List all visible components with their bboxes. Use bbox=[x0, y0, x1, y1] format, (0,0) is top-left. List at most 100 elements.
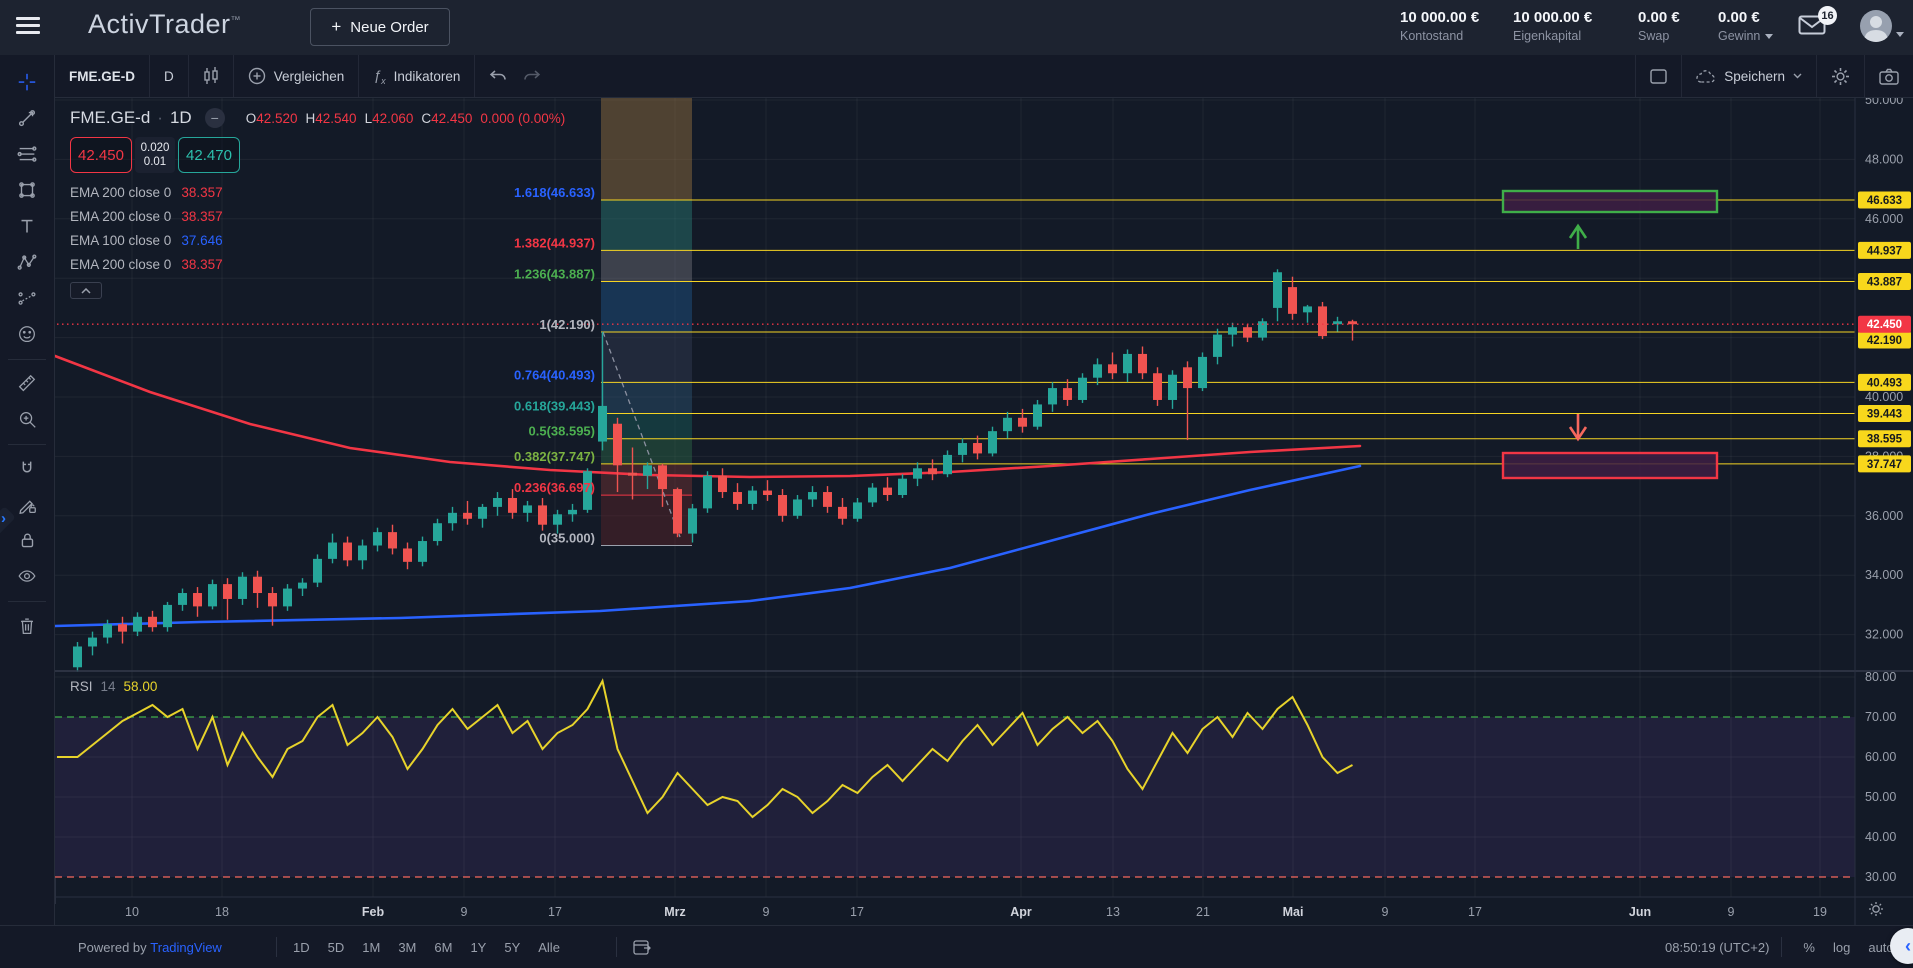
crosshair-tool-icon[interactable] bbox=[8, 65, 46, 101]
svg-text:40.00: 40.00 bbox=[1865, 830, 1896, 844]
svg-text:70.00: 70.00 bbox=[1865, 710, 1896, 724]
resistance-zone[interactable] bbox=[1503, 191, 1717, 212]
hide-symbol-icon[interactable]: − bbox=[205, 108, 225, 128]
forecast-tool-icon[interactable] bbox=[8, 281, 46, 317]
zoom-in-tool-icon[interactable] bbox=[8, 402, 46, 438]
svg-text:60.00: 60.00 bbox=[1865, 750, 1896, 764]
redo-icon[interactable] bbox=[523, 69, 541, 83]
range-button-5d[interactable]: 5D bbox=[319, 940, 354, 955]
app-logo: ActivTrader™ bbox=[88, 9, 241, 40]
svg-text:Feb: Feb bbox=[362, 905, 385, 919]
candlestick-icon bbox=[203, 66, 219, 86]
svg-text:46.633: 46.633 bbox=[1867, 195, 1902, 207]
indicator-row[interactable]: EMA 200 close 038.357 bbox=[70, 257, 565, 272]
trend-line-tool-icon[interactable] bbox=[8, 101, 46, 137]
chart-settings-button[interactable] bbox=[1816, 55, 1864, 97]
svg-text:40.493: 40.493 bbox=[1867, 377, 1902, 389]
range-button-alle[interactable]: Alle bbox=[529, 940, 569, 955]
log-scale-button[interactable]: log bbox=[1824, 940, 1859, 955]
buy-button[interactable]: 42.470 bbox=[178, 137, 240, 173]
lock-all-tool-icon[interactable] bbox=[8, 523, 46, 559]
fib-lines-tool-icon[interactable] bbox=[8, 137, 46, 173]
svg-text:46.000: 46.000 bbox=[1865, 212, 1903, 226]
svg-text:0.5(38.595): 0.5(38.595) bbox=[529, 424, 596, 439]
change-value: 0.000 (0.00%) bbox=[480, 111, 565, 126]
svg-text:42.450: 42.450 bbox=[1867, 319, 1902, 331]
emoji-tool-icon[interactable] bbox=[8, 317, 46, 353]
rsi-band bbox=[55, 717, 1855, 877]
drawing-toolbar bbox=[0, 55, 55, 925]
svg-text:32.000: 32.000 bbox=[1865, 628, 1903, 642]
shapes-tool-icon[interactable] bbox=[8, 173, 46, 209]
screenshot-button[interactable] bbox=[1864, 55, 1913, 97]
range-button-1y[interactable]: 1Y bbox=[461, 940, 495, 955]
svg-text:80.00: 80.00 bbox=[1865, 670, 1896, 684]
range-button-6m[interactable]: 6M bbox=[425, 940, 461, 955]
percent-scale-button[interactable]: % bbox=[1794, 940, 1824, 955]
spread-indicator: 0.0200.01 bbox=[135, 137, 175, 173]
svg-text:37.747: 37.747 bbox=[1867, 459, 1902, 471]
indicator-row[interactable]: EMA 200 close 038.357 bbox=[70, 185, 565, 200]
compare-button[interactable]: Vergleichen bbox=[234, 55, 360, 97]
mail-button[interactable]: 16 bbox=[1798, 14, 1832, 42]
svg-text:50.00: 50.00 bbox=[1865, 790, 1896, 804]
hide-drawings-tool-icon[interactable] bbox=[8, 559, 46, 595]
watchlist-expand-button[interactable]: › bbox=[1, 510, 6, 527]
ohlc-values: O42.520 H42.540 L42.060 C42.450 0.000 (0… bbox=[246, 111, 566, 126]
user-icon bbox=[1860, 10, 1892, 42]
avatar[interactable] bbox=[1860, 10, 1892, 42]
new-order-button[interactable]: + Neue Order bbox=[310, 8, 450, 46]
indicator-row[interactable]: EMA 100 close 037.646 bbox=[70, 233, 565, 248]
interval-button[interactable]: D bbox=[150, 55, 189, 97]
magnet-tool-icon[interactable] bbox=[8, 451, 46, 487]
rsi-legend[interactable]: RSI14 58.00 bbox=[70, 679, 157, 694]
symbol-button[interactable]: FME.GE-D bbox=[55, 55, 150, 97]
chevron-up-icon bbox=[81, 288, 91, 294]
range-button-1m[interactable]: 1M bbox=[353, 940, 389, 955]
svg-text:42.190: 42.190 bbox=[1867, 335, 1902, 347]
svg-text:0.382(37.747): 0.382(37.747) bbox=[514, 449, 595, 464]
svg-text:Mai: Mai bbox=[1283, 905, 1304, 919]
undo-redo-group bbox=[475, 55, 555, 97]
collapse-legend-button[interactable] bbox=[70, 282, 102, 299]
go-to-date-icon[interactable] bbox=[633, 939, 652, 956]
axis-settings-icon[interactable] bbox=[1868, 901, 1884, 922]
svg-text:9: 9 bbox=[1382, 905, 1389, 919]
undo-icon[interactable] bbox=[489, 69, 507, 83]
profit-stat[interactable]: 0.00 € Gewinn bbox=[1718, 9, 1773, 43]
svg-text:13: 13 bbox=[1106, 905, 1120, 919]
indicators-button[interactable]: ƒx Indikatoren bbox=[359, 55, 475, 97]
save-layout-button[interactable]: Speichern bbox=[1681, 55, 1816, 97]
svg-text:1(42.190): 1(42.190) bbox=[539, 317, 595, 332]
account-menu-chevron-icon[interactable] bbox=[1896, 32, 1904, 37]
remove-drawings-tool-icon[interactable] bbox=[8, 608, 46, 644]
bottom-bar: Powered by TradingView 1D5D1M3M6M1Y5YAll… bbox=[0, 925, 1913, 968]
layout-panel-button[interactable] bbox=[1635, 55, 1681, 97]
measure-tool-icon[interactable] bbox=[8, 366, 46, 402]
range-buttons: 1D5D1M3M6M1Y5YAlle bbox=[284, 926, 569, 968]
range-button-3m[interactable]: 3M bbox=[389, 940, 425, 955]
svg-text:17: 17 bbox=[548, 905, 562, 919]
chart-toolbar: FME.GE-D D Vergleichen ƒx Indikatoren bbox=[55, 55, 1913, 98]
clock-label[interactable]: 08:50:19 (UTC+2) bbox=[1665, 940, 1769, 955]
svg-text:17: 17 bbox=[850, 905, 864, 919]
support-zone[interactable] bbox=[1503, 453, 1717, 478]
powered-by-label: Powered by bbox=[78, 940, 147, 955]
svg-text:19: 19 bbox=[1813, 905, 1827, 919]
svg-text:21: 21 bbox=[1196, 905, 1210, 919]
pattern-tool-icon[interactable] bbox=[8, 245, 46, 281]
indicator-row[interactable]: EMA 200 close 038.357 bbox=[70, 209, 565, 224]
tradingview-link[interactable]: TradingView bbox=[150, 940, 222, 955]
range-button-5y[interactable]: 5Y bbox=[495, 940, 529, 955]
cloud-icon bbox=[1696, 69, 1716, 84]
svg-text:10: 10 bbox=[125, 905, 139, 919]
range-button-1d[interactable]: 1D bbox=[284, 940, 319, 955]
legend-symbol[interactable]: FME.GE-d bbox=[70, 108, 150, 128]
sell-button[interactable]: 42.450 bbox=[70, 137, 132, 173]
chart-type-button[interactable] bbox=[189, 55, 234, 97]
svg-text:17: 17 bbox=[1468, 905, 1482, 919]
legend-interval[interactable]: 1D bbox=[170, 108, 192, 128]
text-tool-icon[interactable] bbox=[8, 209, 46, 245]
menu-icon[interactable] bbox=[16, 17, 40, 37]
top-bar: ActivTrader™ + Neue Order 10 000.00 €Kon… bbox=[0, 0, 1913, 55]
